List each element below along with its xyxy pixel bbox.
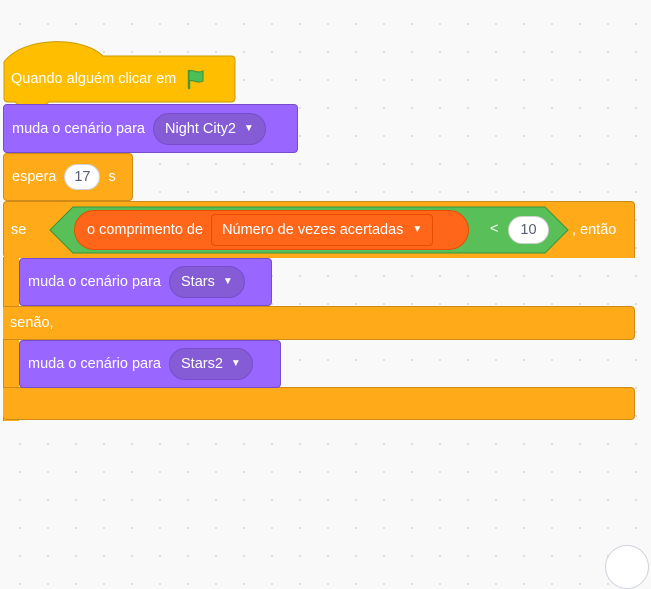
chevron-down-icon: ▼ bbox=[222, 276, 233, 287]
list-name-value: Número de vezes acertadas bbox=[222, 222, 404, 238]
wait-seconds-value: 17 bbox=[74, 169, 91, 185]
less-than-symbol: < bbox=[490, 221, 499, 237]
switch-backdrop-block[interactable]: muda o cenário para Stars ▼ bbox=[19, 258, 272, 306]
backdrop-dropdown-value: Stars bbox=[181, 274, 215, 290]
length-of-list-label: o comprimento de bbox=[87, 222, 204, 238]
if-else-middle-arm: senão, bbox=[3, 306, 635, 340]
less-than-operator-block[interactable]: o comprimento de Número de vezes acertad… bbox=[49, 206, 569, 254]
backdrop-dropdown-value: Stars2 bbox=[181, 356, 223, 372]
switch-backdrop-block[interactable]: muda o cenário para Night City2 ▼ bbox=[3, 104, 298, 153]
length-of-list-reporter[interactable]: o comprimento de Número de vezes acertad… bbox=[74, 210, 469, 250]
if-label: se bbox=[11, 222, 27, 238]
zoom-button[interactable] bbox=[605, 545, 649, 589]
chevron-down-icon: ▼ bbox=[230, 358, 241, 369]
switch-backdrop-label: muda o cenário para bbox=[12, 120, 145, 137]
backdrop-dropdown[interactable]: Night City2 ▼ bbox=[153, 112, 266, 145]
else-label: senão, bbox=[10, 315, 54, 331]
if-else-bottom-arm bbox=[3, 387, 635, 420]
then-label: , então bbox=[572, 222, 617, 238]
green-flag-icon bbox=[187, 69, 204, 90]
chevron-down-icon: ▼ bbox=[412, 224, 423, 235]
wait-unit-label: s bbox=[108, 169, 116, 185]
wait-block[interactable]: espera 17 s bbox=[3, 153, 133, 201]
compare-value-input[interactable]: 10 bbox=[508, 216, 549, 244]
hat-block-label: Quando alguém clicar em bbox=[11, 71, 177, 87]
when-flag-clicked-hat-block[interactable]: Quando alguém clicar em bbox=[3, 40, 236, 104]
backdrop-dropdown[interactable]: Stars2 ▼ bbox=[169, 348, 253, 380]
wait-seconds-input[interactable]: 17 bbox=[64, 164, 101, 190]
chevron-down-icon: ▼ bbox=[243, 122, 254, 134]
wait-label: espera bbox=[12, 169, 57, 185]
compare-value: 10 bbox=[520, 222, 537, 238]
switch-backdrop-label: muda o cenário para bbox=[28, 356, 161, 372]
backdrop-dropdown-value: Night City2 bbox=[165, 120, 236, 137]
switch-backdrop-block[interactable]: muda o cenário para Stars2 ▼ bbox=[19, 340, 281, 388]
switch-backdrop-label: muda o cenário para bbox=[28, 274, 161, 290]
list-name-dropdown[interactable]: Número de vezes acertadas ▼ bbox=[211, 214, 434, 246]
backdrop-dropdown[interactable]: Stars ▼ bbox=[169, 266, 245, 298]
